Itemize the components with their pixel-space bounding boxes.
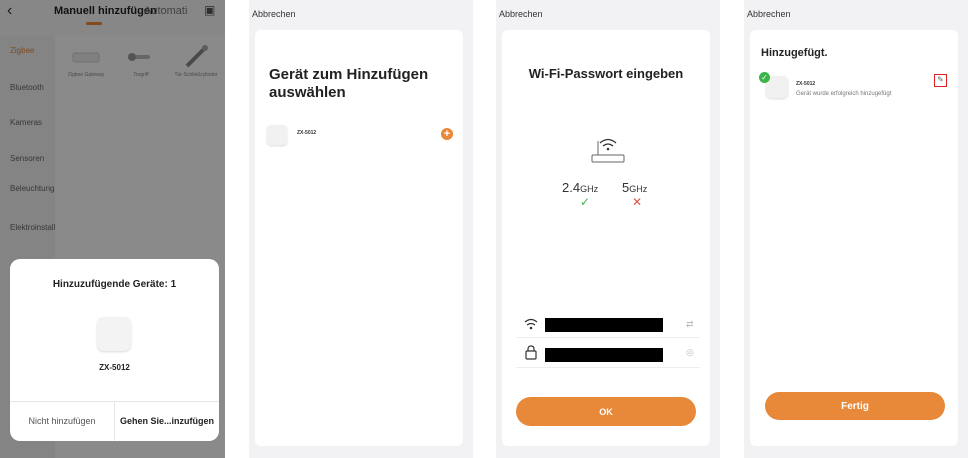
band-unit: GHz bbox=[580, 184, 599, 194]
band-unit: GHz bbox=[629, 184, 648, 194]
edit-icon[interactable]: ✎ bbox=[934, 74, 947, 87]
ok-button[interactable]: OK bbox=[516, 397, 696, 426]
add-device-button[interactable]: + bbox=[441, 128, 453, 140]
device-model: ZX-5012 bbox=[796, 81, 816, 87]
page-title: Gerät zum Hinzufügen auswählen bbox=[269, 66, 429, 101]
skip-button[interactable]: Nicht hinzufügen bbox=[10, 401, 114, 441]
lock-icon bbox=[525, 345, 537, 360]
sheet-title: Hinzuzufügende Geräte: 1 bbox=[52, 279, 177, 290]
device-found-sheet: Hinzuzufügende Geräte: 1 ZX-5012 Nicht h… bbox=[10, 259, 219, 441]
go-add-button[interactable]: Gehen Sie...inzufügen bbox=[115, 401, 219, 441]
wifi-password-input[interactable] bbox=[545, 348, 663, 362]
added-card: Hinzugefügt. ✓ ZX-5012 Gerät wurde erfol… bbox=[750, 30, 958, 446]
band-value: 2.4 bbox=[562, 180, 581, 195]
cross-icon: ✕ bbox=[632, 195, 643, 209]
band-2-4ghz-label: 2.4GHz bbox=[562, 180, 598, 195]
page-title: Hinzugefügt. bbox=[761, 47, 828, 59]
router-icon bbox=[591, 138, 625, 163]
device-model: ZX-5012 bbox=[297, 130, 317, 136]
device-model: ZX-5012 bbox=[99, 363, 130, 372]
cancel-button[interactable]: Abbrechen bbox=[499, 9, 543, 19]
band-5ghz-label: 5GHz bbox=[622, 180, 647, 195]
check-icon: ✓ bbox=[580, 195, 591, 209]
swap-network-icon[interactable]: ⇄ bbox=[686, 319, 694, 330]
wifi-card: Wi-Fi-Passwort eingeben 2.4GHz 5GHz ✓ ✕ … bbox=[502, 30, 710, 446]
screen-wifi-password: Abbrechen Wi-Fi-Passwort eingeben 2.4GHz… bbox=[496, 0, 720, 458]
page-title: Wi-Fi-Passwort eingeben bbox=[528, 66, 684, 81]
screen-select-device: Abbrechen Gerät zum Hinzufügen auswählen… bbox=[249, 0, 473, 458]
device-icon bbox=[97, 317, 131, 351]
wifi-name-input[interactable] bbox=[545, 318, 663, 332]
screen-manual-add: ‹ Manuell hinzufügen Automati ▣ Zigbee B… bbox=[0, 0, 225, 458]
device-icon bbox=[267, 125, 287, 145]
screen-device-added: Abbrechen Hinzugefügt. ✓ ZX-5012 Gerät w… bbox=[744, 0, 968, 458]
eye-icon[interactable]: ◎ bbox=[686, 347, 694, 358]
divider bbox=[516, 337, 700, 338]
done-button[interactable]: Fertig bbox=[765, 392, 945, 420]
status-text: Gerät wurde erfolgreich hinzugefügt bbox=[796, 91, 892, 97]
divider bbox=[516, 367, 700, 368]
wifi-icon bbox=[524, 318, 538, 330]
cancel-button[interactable]: Abbrechen bbox=[252, 9, 296, 19]
select-device-card: Gerät zum Hinzufügen auswählen ZX-5012 + bbox=[255, 30, 463, 446]
check-icon: ✓ bbox=[759, 72, 770, 83]
cancel-button[interactable]: Abbrechen bbox=[747, 9, 791, 19]
